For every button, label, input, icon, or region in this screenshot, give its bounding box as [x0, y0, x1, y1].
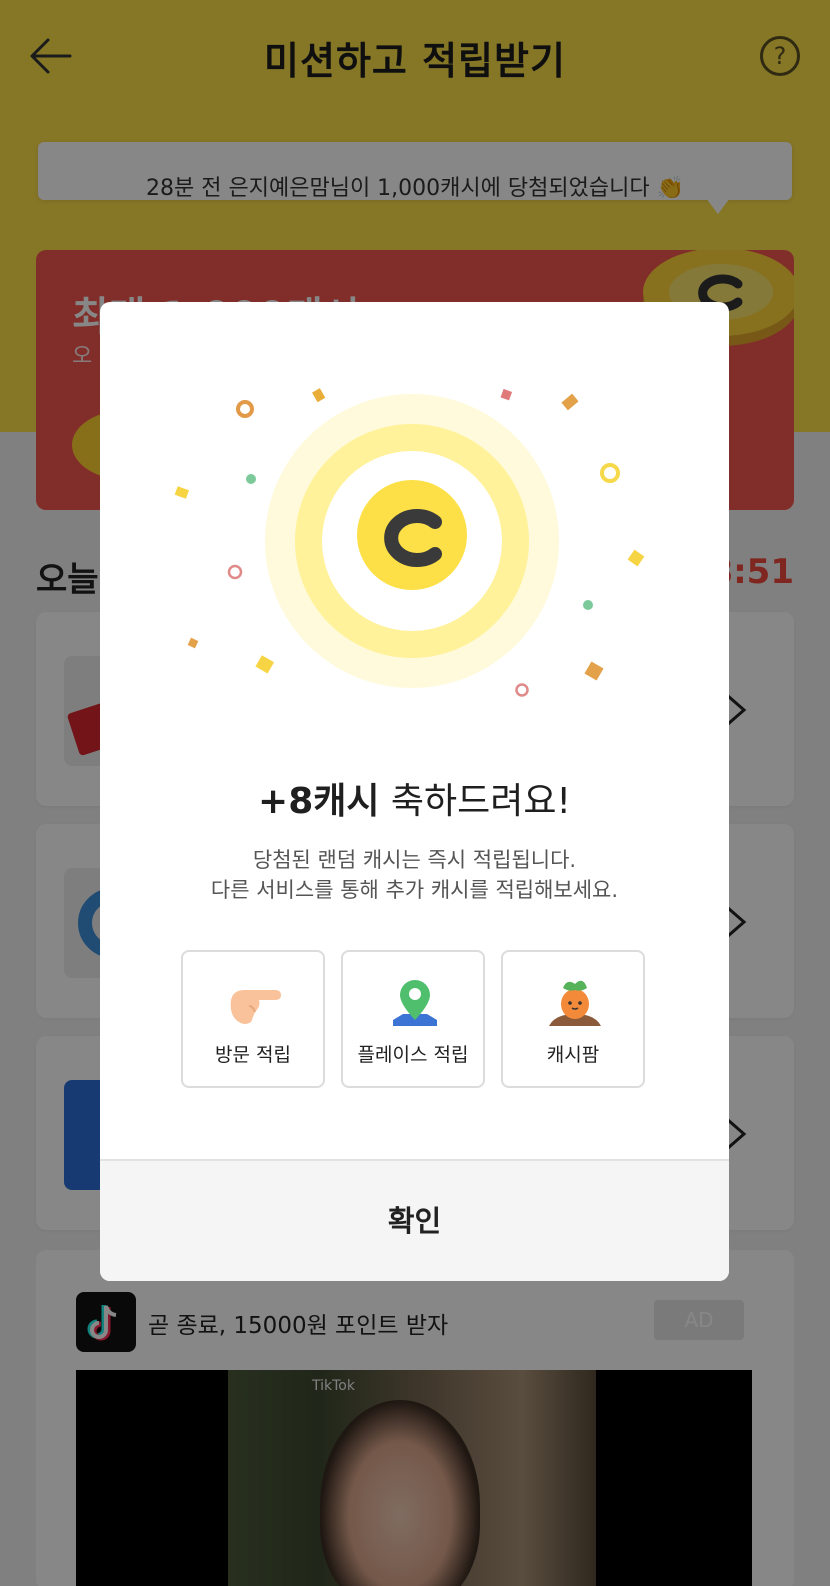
reward-modal: C +8캐시 축하드려요! 당첨된 랜덤 캐시는 즉시 적립됩니다. 다른 서비…: [100, 302, 729, 1281]
carrot-icon: [549, 980, 601, 1026]
visit-reward-button[interactable]: 방문 적립: [181, 950, 325, 1088]
map-pin-icon: [393, 980, 437, 1026]
cash-farm-button[interactable]: 캐시팜: [501, 950, 645, 1088]
coin-celebration-illustration: C: [174, 388, 645, 697]
place-reward-label: 플레이스 적립: [357, 1044, 469, 1066]
cash-farm-label: 캐시팜: [546, 1044, 600, 1066]
congrats-title: +8캐시 축하드려요!: [100, 772, 729, 824]
visit-reward-label: 방문 적립: [215, 1044, 291, 1066]
pointing-hand-icon: [230, 990, 281, 1024]
reward-amount: +8캐시: [258, 781, 380, 822]
congrats-text: 축하드려요!: [379, 781, 571, 822]
description-line-2: 다른 서비스를 통해 추가 캐시를 적립해보세요.: [210, 878, 619, 902]
confirm-button[interactable]: 확인: [100, 1159, 729, 1281]
description-line-1: 당첨된 랜덤 캐시는 즉시 적립됩니다.: [252, 848, 577, 872]
place-reward-button[interactable]: 플레이스 적립: [341, 950, 485, 1088]
